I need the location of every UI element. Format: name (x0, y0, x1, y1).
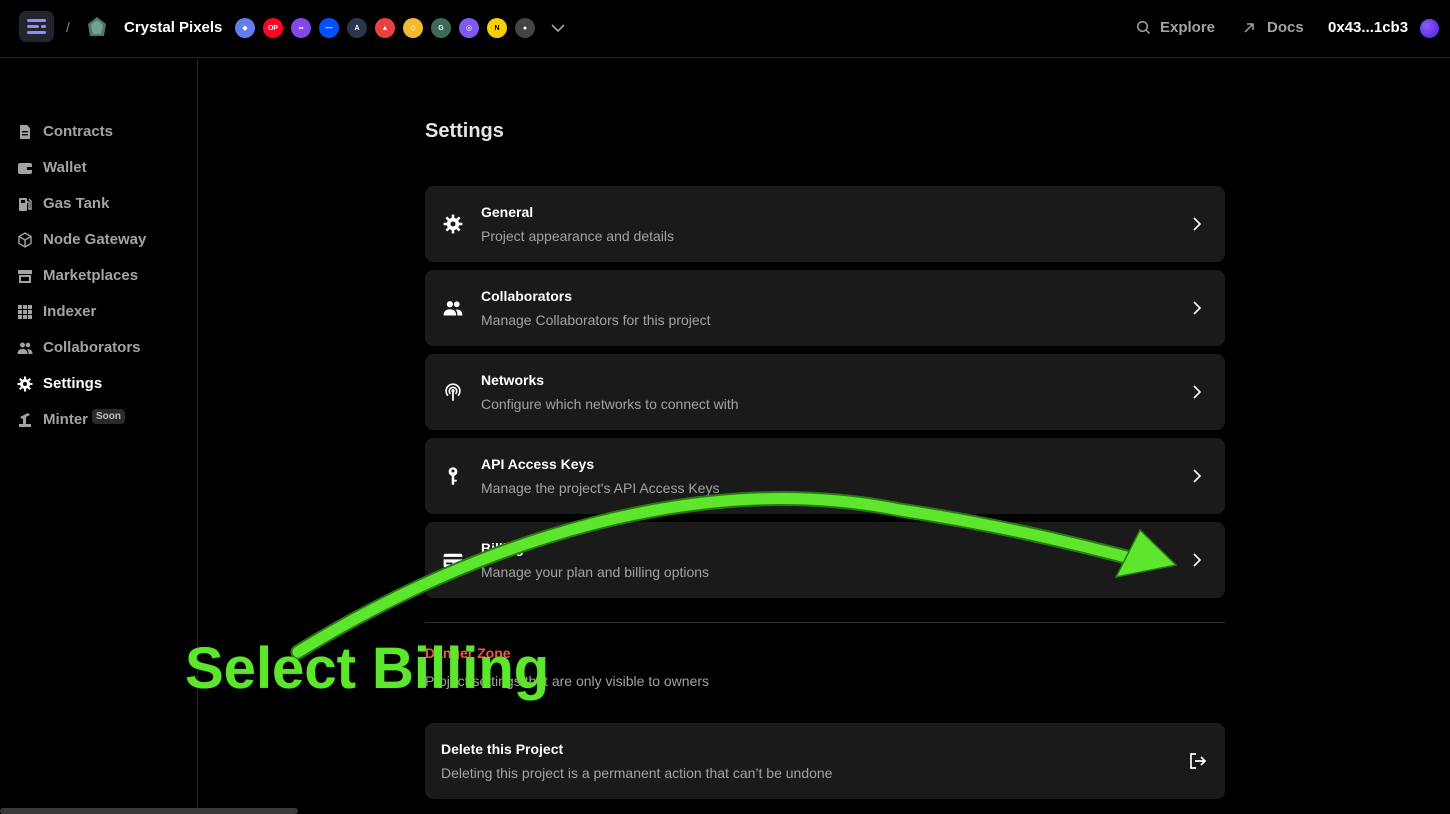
bnb-icon[interactable]: ◇ (403, 18, 423, 38)
key-icon (448, 467, 458, 485)
docs-label: Docs (1267, 19, 1304, 36)
card-description: Configure which networks to connect with (481, 396, 739, 412)
card-title: Networks (481, 372, 545, 388)
search-icon (1136, 20, 1151, 35)
card-description: Project appearance and details (481, 228, 675, 244)
delete-project-title: Delete this Project (441, 741, 564, 757)
sidebar-item-label: Collaborators (43, 339, 141, 356)
grid-icon (18, 304, 32, 319)
sidebar-item-label: Contracts (43, 123, 114, 140)
sidebar-item-collaborators[interactable]: Collaborators (17, 339, 141, 356)
sidebar-item-marketplaces[interactable]: Marketplaces (17, 267, 138, 284)
broadcast-icon (445, 383, 461, 401)
sidebar-item-gas-tank[interactable]: Gas Tank (17, 195, 109, 212)
settings-card-collaborators[interactable]: Collaborators Manage Collaborators for t… (425, 270, 1225, 346)
sidebar-item-minter[interactable]: Minter Soon (17, 409, 125, 428)
chevron-right-icon (1193, 385, 1202, 399)
chain-globe-icon[interactable]: ◎ (459, 18, 479, 38)
top-bar: / Crystal Pixels ◆ OP ∞ — A ▲ ◇ G ◎ N ● … (0, 0, 1450, 58)
page-title: Settings (425, 120, 504, 142)
chain-list: ◆ OP ∞ — A ▲ ◇ G ◎ N ● (235, 18, 535, 38)
wallet-avatar[interactable] (1420, 19, 1439, 38)
cube-icon (18, 231, 32, 248)
chevron-right-icon (1193, 301, 1202, 315)
project-avatar-icon[interactable] (86, 16, 108, 38)
soon-badge: Soon (92, 409, 125, 424)
polygon-icon[interactable]: ∞ (291, 18, 311, 38)
chevron-right-icon (1193, 217, 1202, 231)
gas-pump-icon (19, 197, 32, 211)
annotation-callout: Select Billing (185, 636, 550, 701)
chevron-right-icon (1193, 553, 1202, 567)
sidebar-item-label: Node Gateway (43, 231, 147, 248)
settings-card-general[interactable]: General Project appearance and details (425, 186, 1225, 262)
delete-project-description: Deleting this project is a permanent act… (441, 765, 833, 781)
chevron-down-icon[interactable] (550, 22, 566, 34)
sidebar-item-indexer[interactable]: Indexer (17, 303, 96, 320)
delete-project-card[interactable]: Delete this Project Deleting this projec… (425, 723, 1225, 799)
docs-link[interactable]: Docs (1242, 19, 1304, 36)
people-icon (443, 301, 463, 316)
settings-card-billing[interactable]: Billing Manage your plan and billing opt… (425, 522, 1225, 598)
card-title: Billing (481, 540, 524, 556)
horizontal-scrollbar[interactable] (0, 808, 298, 814)
breadcrumb-separator: / (66, 19, 70, 35)
gear-icon (443, 214, 463, 234)
card-title: Collaborators (481, 288, 573, 304)
sidebar-item-contracts[interactable]: Contracts (17, 123, 113, 140)
people-icon (17, 342, 33, 354)
external-link-arrow-icon (1244, 22, 1254, 33)
card-title: General (481, 204, 534, 220)
wallet-address[interactable]: 0x43...1cb3 (1328, 19, 1408, 36)
avalanche-icon[interactable]: ▲ (375, 18, 395, 38)
card-description: Manage the project's API Access Keys (481, 480, 720, 496)
gear-icon (17, 376, 33, 391)
app-logo-icon[interactable] (19, 11, 54, 42)
file-icon (20, 124, 30, 139)
sidebar-item-label: Minter (43, 411, 88, 428)
chevron-right-icon (1193, 469, 1202, 483)
minter-icon (19, 412, 31, 427)
card-title: API Access Keys (481, 456, 595, 472)
nova-icon[interactable]: N (487, 18, 507, 38)
credit-card-icon (443, 553, 463, 568)
card-description: Manage your plan and billing options (481, 564, 710, 580)
wallet-icon (18, 162, 32, 174)
explore-label: Explore (1160, 19, 1216, 36)
section-divider (425, 622, 1225, 623)
sidebar-item-label: Settings (43, 375, 103, 392)
sidebar-item-wallet[interactable]: Wallet (17, 159, 87, 176)
chain-misc-icon[interactable]: ● (515, 18, 535, 38)
sidebar-item-node-gateway[interactable]: Node Gateway (17, 231, 146, 248)
settings-card-networks[interactable]: Networks Configure which networks to con… (425, 354, 1225, 430)
ethereum-icon[interactable]: ◆ (235, 18, 255, 38)
settings-card-api-access-keys[interactable]: API Access Keys Manage the project's API… (425, 438, 1225, 514)
explore-link[interactable]: Explore (1136, 19, 1215, 36)
sidebar-item-label: Gas Tank (43, 195, 110, 212)
arbitrum-icon[interactable]: A (347, 18, 367, 38)
sidebar-item-settings[interactable]: Settings (17, 375, 102, 392)
sidebar-item-label: Marketplaces (43, 267, 139, 284)
project-name[interactable]: Crystal Pixels (124, 19, 222, 36)
store-icon (18, 269, 32, 283)
optimism-icon[interactable]: OP (263, 18, 283, 38)
gnosis-icon[interactable]: G (431, 18, 451, 38)
sidebar-item-label: Indexer (43, 303, 97, 320)
card-description: Manage Collaborators for this project (481, 312, 711, 328)
sidebar-item-label: Wallet (43, 159, 87, 176)
base-icon[interactable]: — (319, 18, 339, 38)
exit-icon[interactable] (1188, 751, 1208, 771)
